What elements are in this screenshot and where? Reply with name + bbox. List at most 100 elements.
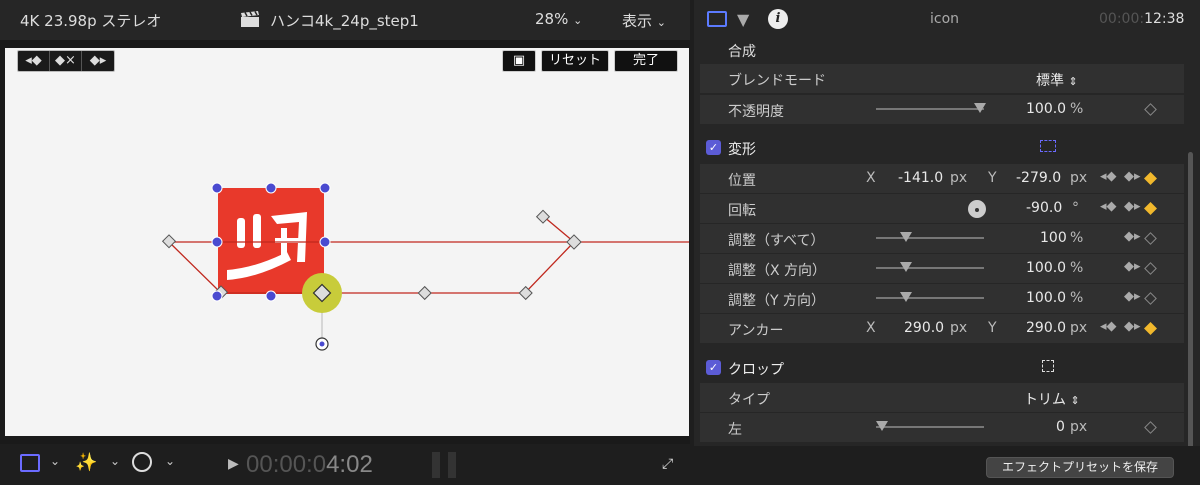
next-keyframe-icon[interactable]: ◆▸ [1124,259,1141,274]
x-label: X [866,170,876,186]
section-title-transform: 変形 [728,142,756,158]
next-keyframe-button[interactable]: ◆▸ [82,51,114,71]
scale-x-row: 調整（X 方向） 100.0 % ◆▸ [700,254,1184,283]
updown-icon: ⇕ [1070,394,1080,407]
px-unit: px [1070,419,1088,435]
video-inspector-icon[interactable] [707,11,727,27]
next-keyframe-icon[interactable]: ◆▸ [1124,319,1141,334]
scale-x-slider[interactable] [876,262,984,272]
crop-checkbox[interactable]: ✓ [706,360,721,375]
fullscreen-icon[interactable]: ⤢ [662,456,673,472]
play-icon[interactable]: ▶ [228,456,239,472]
y-label: Y [988,170,997,186]
next-keyframe-icon[interactable]: ◆▸ [1124,199,1141,214]
viewer-footer: ⌄ ✨ ⌄ ⌄ ▶ 00:00:04:02 ⤢ [0,444,690,485]
done-button[interactable]: 完了 [614,50,678,72]
project-title[interactable]: ハンコ4k_24p_step1 [270,10,419,31]
transform-onscreen-icon[interactable] [1040,140,1056,152]
clip-name: icon [930,11,960,27]
scale-x-value[interactable]: 100.0 [1026,260,1066,276]
slider-knob[interactable] [974,103,986,113]
prev-keyframe-icon[interactable]: ◂◆ [1100,319,1117,334]
crop-type-value: トリム [1024,392,1066,408]
opacity-slider[interactable] [876,103,986,113]
blend-mode-select[interactable]: 標準 ⇕ [1036,70,1078,90]
degree-unit: ° [1072,200,1079,216]
opacity-label: 不透明度 [728,104,784,120]
scale-x-label: 調整（X 方向） [728,263,827,279]
zoom-menu[interactable]: 28% ⌄ [535,10,582,28]
keyframe-button[interactable] [1144,103,1157,116]
save-effects-preset-button[interactable]: エフェクトプリセットを保存 [986,457,1174,478]
format-label: 4K 23.98p ステレオ [20,12,162,30]
anchor-y-value[interactable]: 290.0 [1026,320,1066,336]
next-keyframe-icon[interactable]: ◆▸ [1124,229,1141,244]
inspector-header: ▼ i icon 00:00:12:38 [694,0,1200,38]
keyframe-button-active[interactable] [1144,172,1157,185]
position-y-value[interactable]: -279.0 [1016,170,1061,186]
position-row: 位置 X -141.0 px Y -279.0 px ◂◆ ◆▸ [700,164,1184,193]
scale-y-slider[interactable] [876,292,984,302]
view-menu[interactable]: 表示 ⌄ [622,10,666,31]
speedometer-icon[interactable] [132,452,152,472]
prev-keyframe-icon[interactable]: ◂◆ [1100,169,1117,184]
rotation-handle-dot [319,341,325,347]
rotation-label: 回転 [728,203,756,219]
prev-keyframe-icon[interactable]: ◂◆ [1100,199,1117,214]
crop-type-label: タイプ [728,392,770,408]
timecode-bright: 4:02 [326,451,373,478]
percent-unit: % [1070,260,1084,276]
crop-left-slider[interactable] [876,421,984,431]
transform-icon[interactable] [20,454,40,472]
chevron-down-icon[interactable]: ⌄ [165,454,175,468]
video-canvas[interactable] [5,48,689,436]
updown-icon: ⇕ [1068,75,1078,88]
slider-knob[interactable] [876,421,888,431]
chevron-down-icon[interactable]: ⌄ [50,454,60,468]
transform-checkbox[interactable]: ✓ [706,140,721,155]
slider-knob[interactable] [900,232,912,242]
px-unit: px [1070,170,1088,186]
chevron-down-icon[interactable]: ⌄ [110,454,120,468]
anchor-x-value[interactable]: 290.0 [904,320,944,336]
crop-left-value[interactable]: 0 [1056,419,1065,435]
keyframe-button[interactable] [1144,262,1157,275]
clapper-icon [240,10,260,32]
audio-meter-right [448,452,456,478]
info-icon[interactable]: i [768,9,788,29]
scale-all-slider[interactable] [876,232,984,242]
transform-mode-icon[interactable]: ▣ [502,50,536,72]
rotation-dial[interactable] [968,200,986,218]
inspector-scrollbar[interactable] [1188,152,1193,480]
crop-type-select[interactable]: トリム ⇕ [1024,389,1080,409]
anchor-label: アンカー [728,323,784,339]
viewer: 4K 23.98p ステレオ ハンコ4k_24p_step1 28% ⌄ 表示 … [0,0,690,485]
y-label: Y [988,320,997,336]
timecode: 00:00:04:02 [246,451,373,479]
crop-onscreen-icon[interactable] [1042,360,1054,372]
slider-knob[interactable] [900,292,912,302]
scale-y-value[interactable]: 100.0 [1026,290,1066,306]
opacity-row: 不透明度 100.0 % [700,95,1184,124]
next-keyframe-icon[interactable]: ◆▸ [1124,169,1141,184]
slider-knob[interactable] [900,262,912,272]
scale-all-label: 調整（すべて） [728,233,825,249]
prev-keyframe-button[interactable]: ◂◆ [18,51,50,71]
next-keyframe-icon[interactable]: ◆▸ [1124,289,1141,304]
keyframe-button-active[interactable] [1144,202,1157,215]
magic-wand-icon[interactable]: ✨ [75,452,97,473]
percent-unit: % [1070,230,1084,246]
keyframe-button[interactable] [1144,292,1157,305]
keyframe-button[interactable] [1144,421,1157,434]
position-x-value[interactable]: -141.0 [898,170,943,186]
reset-button[interactable]: リセット [541,50,609,72]
inspector: ▼ i icon 00:00:12:38 合成 ブレンドモード 標準 ⇕ 不透明… [694,0,1200,485]
opacity-value[interactable]: 100.0 [1026,101,1066,117]
keyframe-button[interactable] [1144,232,1157,245]
rotation-value[interactable]: -90.0 [1026,200,1062,216]
scale-all-value[interactable]: 100 [1040,230,1067,246]
keyframe-button-active[interactable] [1144,322,1157,335]
zoom-value: 28% [535,10,569,28]
delete-keyframe-button[interactable]: ◆× [50,51,82,71]
filter-inspector-icon[interactable]: ▼ [737,10,749,29]
